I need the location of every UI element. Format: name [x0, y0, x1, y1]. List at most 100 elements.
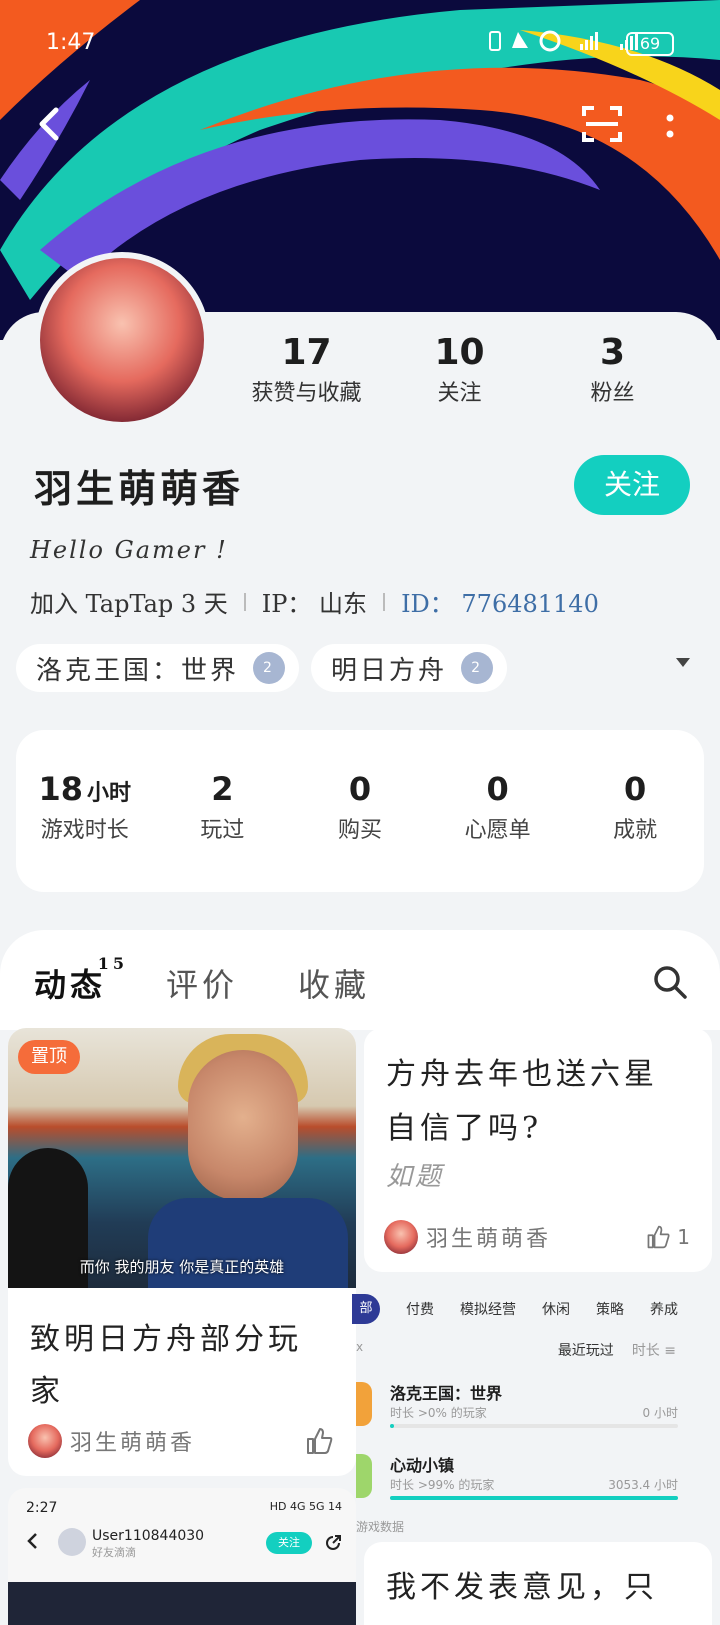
divider	[383, 592, 386, 611]
ranking-game-item: 洛克王国：世界 时长 >0% 的玩家 0 小时	[356, 1376, 720, 1436]
gstat-achievements[interactable]: 0 成就	[566, 770, 704, 892]
game-chip-name: 明日方舟	[331, 655, 448, 686]
gstat-playtime[interactable]: 18 小时 游戏时长	[16, 770, 154, 892]
status-bar: 1:47 69	[0, 28, 720, 62]
stat-followers[interactable]: 3 粉丝	[536, 332, 689, 407]
more-menu-icon[interactable]	[664, 112, 676, 140]
post-card[interactable]: 方舟去年也送六星自信了吗? 如题 羽生萌萌香 1	[364, 1028, 712, 1272]
ranking-game-value: 0 小时	[642, 1406, 678, 1420]
post-card[interactable]: 我不发表意见，只	[364, 1542, 712, 1625]
gstat-label: 成就	[613, 818, 658, 843]
tab-label: 动态	[34, 966, 107, 1004]
stat-following[interactable]: 10 关注	[383, 332, 536, 407]
stat-number: 10	[434, 332, 485, 373]
level-badge-icon: 2	[461, 652, 494, 684]
tab-posts[interactable]: 动态 15	[34, 954, 124, 1010]
sort-active: 最近玩过	[557, 1343, 614, 1359]
user-id[interactable]: ID： 776481140	[401, 584, 599, 619]
expand-games-icon[interactable]	[676, 658, 690, 667]
ranking-progress-fill	[390, 1496, 678, 1500]
game-ranking-image[interactable]: 部 付费 模拟经营 休闲 策略 养成 x 最近玩过 时长 ≡ 洛克王国：世界 时长…	[352, 1284, 720, 1540]
post-author[interactable]: 羽生萌萌香	[28, 1424, 195, 1458]
back-arrow-icon[interactable]	[30, 104, 70, 144]
avatar[interactable]	[34, 252, 210, 428]
joined-text: 加入 TapTap 3 天	[30, 590, 228, 618]
tab-favorites[interactable]: 收藏	[298, 960, 370, 1006]
tab-reviews[interactable]: 评价	[166, 960, 238, 1006]
battery-icon: 69	[626, 32, 674, 56]
game-chip[interactable]: 明日方舟 2	[311, 644, 508, 692]
ranking-game-value: 3053.4 小时	[608, 1478, 678, 1492]
ranking-progress-bar	[390, 1424, 678, 1428]
embedded-username: User110844030	[92, 1528, 205, 1544]
ranking-game-item: 心动小镇 时长 >99% 的玩家 3053.4 小时	[356, 1448, 720, 1508]
post-title: 我不发表意见，只	[386, 1570, 658, 1605]
profile-meta: 加入 TapTap 3 天 IP： 山东 ID： 776481140	[30, 584, 599, 619]
ranking-sort: 最近玩过 时长 ≡	[558, 1340, 676, 1360]
ranking-category: 部	[352, 1294, 380, 1324]
level-badge-icon: 2	[253, 652, 286, 684]
author-name: 羽生萌萌香	[70, 1431, 196, 1456]
thumbs-up-icon[interactable]	[304, 1426, 334, 1456]
follow-button[interactable]: 关注	[574, 455, 690, 515]
embedded-user-sub: 好友滴滴	[92, 1546, 136, 1559]
embedded-user: User110844030 好友滴滴	[92, 1528, 204, 1560]
post-image: 置顶 而你 我的朋友 你是真正的英雄	[8, 1028, 356, 1288]
ranking-category: 策略	[596, 1302, 624, 1318]
post-card[interactable]: 置顶 而你 我的朋友 你是真正的英雄 致明日方舟部分玩家 羽生萌萌香	[8, 1028, 356, 1476]
ip-location: IP： 山东	[261, 590, 368, 618]
image-face	[188, 1050, 298, 1200]
pinned-badge: 置顶	[18, 1040, 80, 1074]
ranking-category: 模拟经营	[460, 1302, 516, 1318]
tab-count: 15	[97, 954, 129, 973]
embedded-follow-button: 关注	[266, 1532, 312, 1554]
gstat-number: 0	[486, 770, 509, 808]
divider	[243, 592, 246, 611]
avatar	[58, 1528, 86, 1556]
favorite-games: 洛克王国：世界 2 明日方舟 2	[16, 644, 508, 692]
sort-other: 时长 ≡	[631, 1343, 676, 1359]
stat-number: 17	[281, 332, 332, 373]
game-chip-name: 洛克王国：世界	[36, 655, 240, 686]
ranking-category: 养成	[650, 1302, 678, 1318]
image-subtitle: 而你 我的朋友 你是真正的英雄	[79, 1258, 285, 1276]
profile-stats: 17 获赞与收藏 10 关注 3 粉丝	[230, 332, 690, 407]
gstat-number: 2	[211, 770, 234, 808]
ranking-game-sub: 时长 >99% 的玩家	[390, 1478, 495, 1492]
gstat-unit: 小时	[87, 781, 132, 806]
status-icons	[470, 28, 650, 54]
ranking-category: 付费	[406, 1302, 434, 1318]
share-icon	[326, 1535, 341, 1550]
game-chip[interactable]: 洛克王国：世界 2	[16, 644, 300, 692]
stat-label: 获赞与收藏	[251, 381, 362, 406]
gstat-label: 心愿单	[464, 818, 531, 843]
stat-likes[interactable]: 17 获赞与收藏	[230, 332, 383, 407]
ranking-progress-bar	[390, 1496, 678, 1500]
post-title: 致明日方舟部分玩家	[30, 1322, 302, 1409]
post-description: 如题	[386, 1162, 445, 1192]
gstat-played[interactable]: 2 玩过	[154, 770, 292, 892]
gstat-purchased[interactable]: 0 购买	[291, 770, 429, 892]
thumbs-up-icon	[647, 1225, 670, 1249]
gstat-wishlist[interactable]: 0 心愿单	[429, 770, 567, 892]
post-author[interactable]: 羽生萌萌香	[384, 1220, 551, 1254]
avatar	[384, 1220, 418, 1254]
search-icon[interactable]	[652, 964, 688, 1000]
avatar	[28, 1424, 62, 1458]
ranking-category: 休闲	[542, 1302, 570, 1318]
gstat-label: 游戏时长	[40, 818, 129, 843]
like-button[interactable]: 1	[645, 1222, 690, 1252]
embedded-game-screen	[8, 1582, 356, 1625]
gstat-number: 0	[348, 770, 372, 808]
scan-icon[interactable]	[580, 104, 624, 144]
like-count: 1	[677, 1225, 690, 1249]
stat-label: 粉丝	[590, 381, 635, 406]
ranking-category-tabs: 部 付费 模拟经营 休闲 策略 养成	[352, 1294, 678, 1324]
tab-label: 评价	[166, 966, 239, 1004]
ranking-game-name: 心动小镇	[390, 1456, 455, 1475]
post-card[interactable]: 2:27 HD 4G 5G 14 User110844030 好友滴滴 关注	[8, 1488, 356, 1625]
stat-number: 3	[599, 332, 626, 373]
gstat-number: 0	[624, 770, 647, 808]
stat-label: 关注	[437, 381, 482, 406]
ranking-game-name: 洛克王国：世界	[390, 1384, 503, 1403]
